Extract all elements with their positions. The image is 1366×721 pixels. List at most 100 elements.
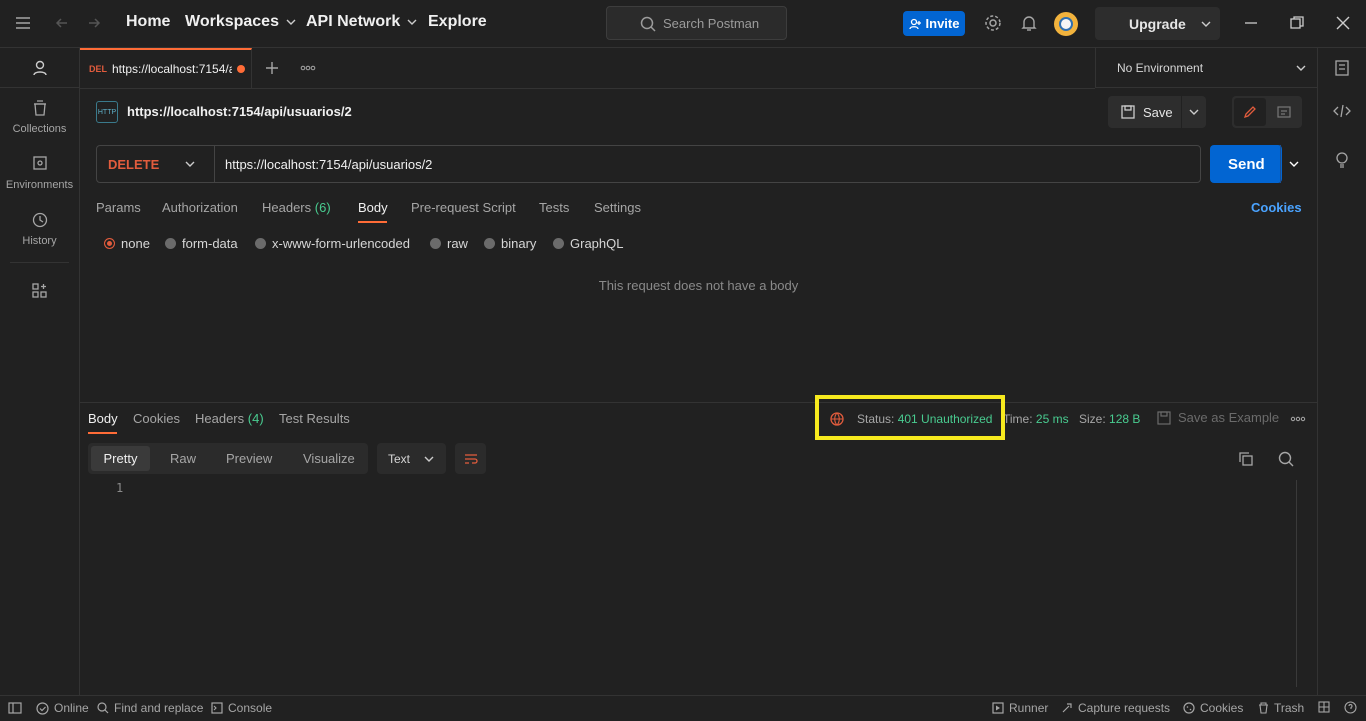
editor-scrollbar[interactable] bbox=[1296, 480, 1297, 687]
response-tab-test-results[interactable]: Test Results bbox=[279, 411, 350, 426]
trash-button[interactable]: Trash bbox=[1258, 701, 1304, 715]
radio-icon bbox=[255, 238, 266, 249]
sidebar-item-history[interactable]: History bbox=[0, 211, 79, 247]
layout-icon[interactable] bbox=[1318, 701, 1330, 713]
online-status[interactable]: Online bbox=[36, 701, 89, 715]
response-tab-headers[interactable]: Headers (4) bbox=[195, 411, 264, 426]
chevron-down-icon[interactable] bbox=[1188, 106, 1200, 118]
format-pretty[interactable]: Pretty bbox=[91, 446, 150, 471]
format-preview[interactable]: Preview bbox=[226, 443, 272, 474]
response-tab-cookies[interactable]: Cookies bbox=[133, 411, 180, 426]
line-number: 1 bbox=[116, 481, 124, 495]
response-tab-underline bbox=[88, 432, 117, 434]
method-select[interactable]: DELETE bbox=[97, 146, 215, 182]
format-visualize[interactable]: Visualize bbox=[303, 443, 355, 474]
minimize-icon[interactable] bbox=[1243, 15, 1259, 31]
nav-api-network[interactable]: API Network bbox=[306, 13, 418, 31]
request-tab[interactable]: DEL https://localhost:7154/a bbox=[80, 48, 252, 88]
environment-quicklook-icon[interactable] bbox=[1334, 59, 1350, 77]
tab-settings[interactable]: Settings bbox=[594, 200, 641, 215]
status-highlight-box bbox=[815, 395, 1005, 440]
radio-urlencoded[interactable]: x-www-form-urlencoded bbox=[255, 236, 410, 251]
radio-raw[interactable]: raw bbox=[430, 236, 468, 251]
nav-home[interactable]: Home bbox=[126, 13, 170, 31]
capture-requests-button[interactable]: Capture requests bbox=[1061, 701, 1170, 715]
radio-icon bbox=[430, 238, 441, 249]
sidebar-item-environments[interactable]: Environments bbox=[0, 155, 79, 191]
cookies-link[interactable]: Cookies bbox=[1251, 200, 1302, 215]
tab-method: DEL bbox=[89, 64, 107, 74]
menu-icon[interactable] bbox=[14, 15, 32, 31]
sidebar bbox=[0, 48, 80, 695]
search-icon bbox=[97, 702, 109, 714]
runner-button[interactable]: Runner bbox=[992, 701, 1048, 715]
save-button[interactable]: Save bbox=[1108, 96, 1206, 128]
code-icon[interactable] bbox=[1333, 103, 1351, 119]
language-select[interactable]: Text bbox=[377, 443, 446, 474]
radio-none[interactable]: none bbox=[104, 236, 150, 251]
radio-form-data[interactable]: form-data bbox=[165, 236, 238, 251]
sidebar-item-collections[interactable]: Collections bbox=[0, 99, 79, 135]
send-button[interactable]: Send bbox=[1210, 145, 1299, 183]
chevron-down-icon bbox=[407, 19, 417, 25]
unsaved-dot-icon bbox=[237, 65, 245, 73]
tab-tests[interactable]: Tests bbox=[539, 200, 569, 215]
comments-icon[interactable] bbox=[1268, 98, 1300, 126]
chevron-down-icon[interactable] bbox=[1288, 158, 1300, 170]
online-check-icon bbox=[36, 701, 49, 715]
sidebar-divider bbox=[10, 262, 69, 263]
trash-icon bbox=[1259, 702, 1268, 714]
find-replace-button[interactable]: Find and replace bbox=[97, 701, 203, 715]
format-raw[interactable]: Raw bbox=[170, 443, 196, 474]
nav-workspaces[interactable]: Workspaces bbox=[185, 13, 297, 31]
upgrade-button[interactable]: Upgrade bbox=[1095, 7, 1220, 40]
environments-icon bbox=[32, 156, 47, 170]
search-input[interactable]: Search Postman bbox=[606, 6, 787, 40]
avatar[interactable] bbox=[1054, 12, 1078, 36]
radio-icon bbox=[165, 238, 176, 249]
tab-authorization[interactable]: Authorization bbox=[162, 200, 238, 215]
response-time[interactable]: Time: 25 ms bbox=[1003, 412, 1069, 426]
forward-icon[interactable] bbox=[86, 15, 102, 31]
tab-headers[interactable]: Headers (6) bbox=[262, 200, 331, 215]
wrap-lines-icon[interactable] bbox=[455, 443, 486, 474]
radio-binary[interactable]: binary bbox=[484, 236, 536, 251]
copy-icon[interactable] bbox=[1238, 451, 1254, 467]
save-icon bbox=[1121, 105, 1135, 119]
settings-gear-icon[interactable] bbox=[984, 14, 1002, 32]
tab-params[interactable]: Params bbox=[96, 200, 141, 215]
save-as-example-button[interactable]: Save as Example bbox=[1157, 410, 1279, 425]
right-rail bbox=[1317, 48, 1366, 695]
user-icon[interactable] bbox=[31, 59, 49, 77]
cookies-button[interactable]: Cookies bbox=[1183, 701, 1243, 715]
url-input[interactable]: https://localhost:7154/api/usuarios/2 bbox=[225, 157, 432, 172]
more-tabs-icon[interactable] bbox=[300, 60, 316, 76]
response-tab-body[interactable]: Body bbox=[88, 411, 118, 426]
cookie-icon bbox=[1183, 702, 1195, 714]
close-icon[interactable] bbox=[1335, 15, 1351, 31]
toggle-sidebar-icon[interactable] bbox=[8, 701, 22, 715]
new-tab-icon[interactable] bbox=[264, 60, 280, 76]
help-icon[interactable] bbox=[1344, 701, 1357, 714]
response-size[interactable]: Size: 128 B bbox=[1079, 412, 1140, 426]
notification-bell-icon[interactable] bbox=[1021, 14, 1037, 32]
invite-button[interactable]: Invite bbox=[903, 11, 965, 36]
request-name[interactable]: https://localhost:7154/api/usuarios/2 bbox=[127, 104, 352, 119]
environment-selector[interactable]: No Environment bbox=[1095, 48, 1317, 88]
lightbulb-icon[interactable] bbox=[1334, 151, 1350, 169]
tab-body[interactable]: Body bbox=[358, 200, 388, 215]
tab-prerequest-script[interactable]: Pre-request Script bbox=[411, 200, 516, 215]
nav-explore[interactable]: Explore bbox=[428, 13, 487, 31]
search-response-icon[interactable] bbox=[1278, 451, 1294, 467]
chevron-down-icon bbox=[1201, 21, 1211, 27]
back-icon[interactable] bbox=[54, 15, 70, 31]
restore-icon[interactable] bbox=[1289, 15, 1305, 31]
add-apps-icon[interactable] bbox=[31, 282, 49, 300]
radio-selected-icon bbox=[104, 238, 115, 249]
radio-icon bbox=[553, 238, 564, 249]
edit-pencil-icon[interactable] bbox=[1234, 98, 1266, 126]
console-button[interactable]: Console bbox=[211, 701, 272, 715]
more-options-icon[interactable] bbox=[1290, 411, 1306, 427]
radio-graphql[interactable]: GraphQL bbox=[553, 236, 623, 251]
save-icon bbox=[1157, 410, 1171, 425]
